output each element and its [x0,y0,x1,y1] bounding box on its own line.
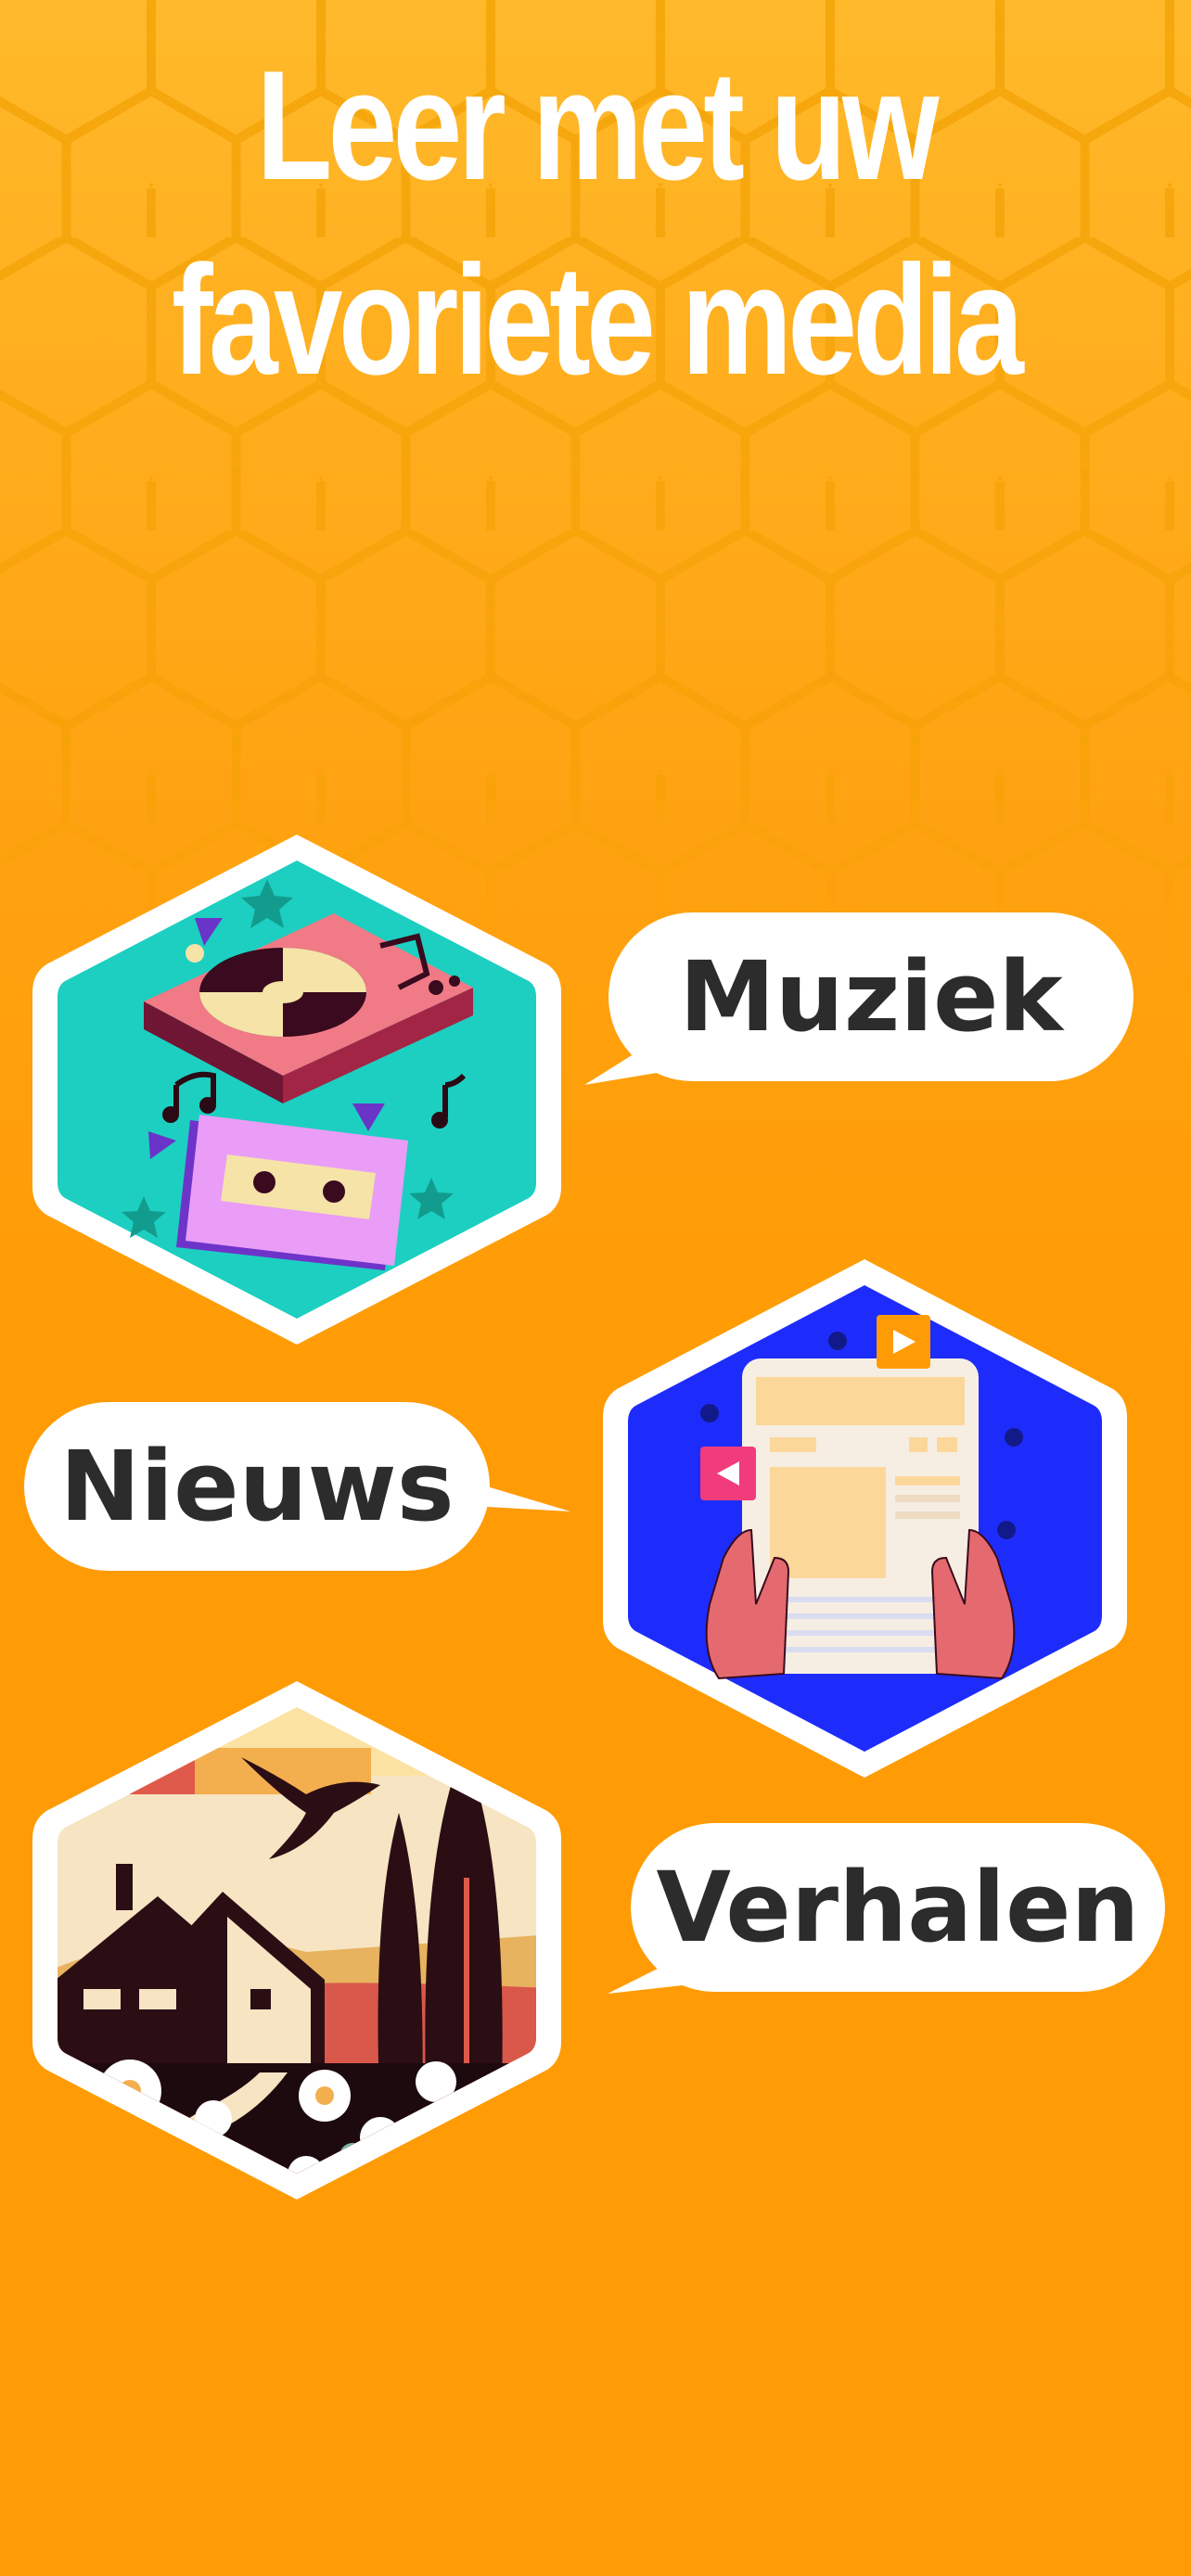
muziek-label-bubble[interactable]: Muziek [608,912,1133,1081]
verhalen-label-bubble[interactable]: Verhalen [631,1823,1165,1992]
newspaper-tablet-illustration [700,1315,1023,1680]
nieuws-label-bubble[interactable]: Nieuws [24,1402,490,1571]
stories-hexagon[interactable] [28,1674,566,2207]
title-line-1: Leer met uw [256,38,939,212]
music-hexagon[interactable] [28,825,566,1354]
house-landscape-illustration [58,1707,536,2174]
page-title: Leer met uw favoriete media [119,28,1071,417]
verhalen-label: Verhalen [656,1851,1140,1964]
title-line-2: favoriete media [171,233,1024,407]
nieuws-bubble-tail [478,1484,570,1511]
muziek-label: Muziek [679,940,1063,1053]
news-hexagon[interactable] [598,1252,1132,1785]
nieuws-label: Nieuws [59,1430,455,1543]
